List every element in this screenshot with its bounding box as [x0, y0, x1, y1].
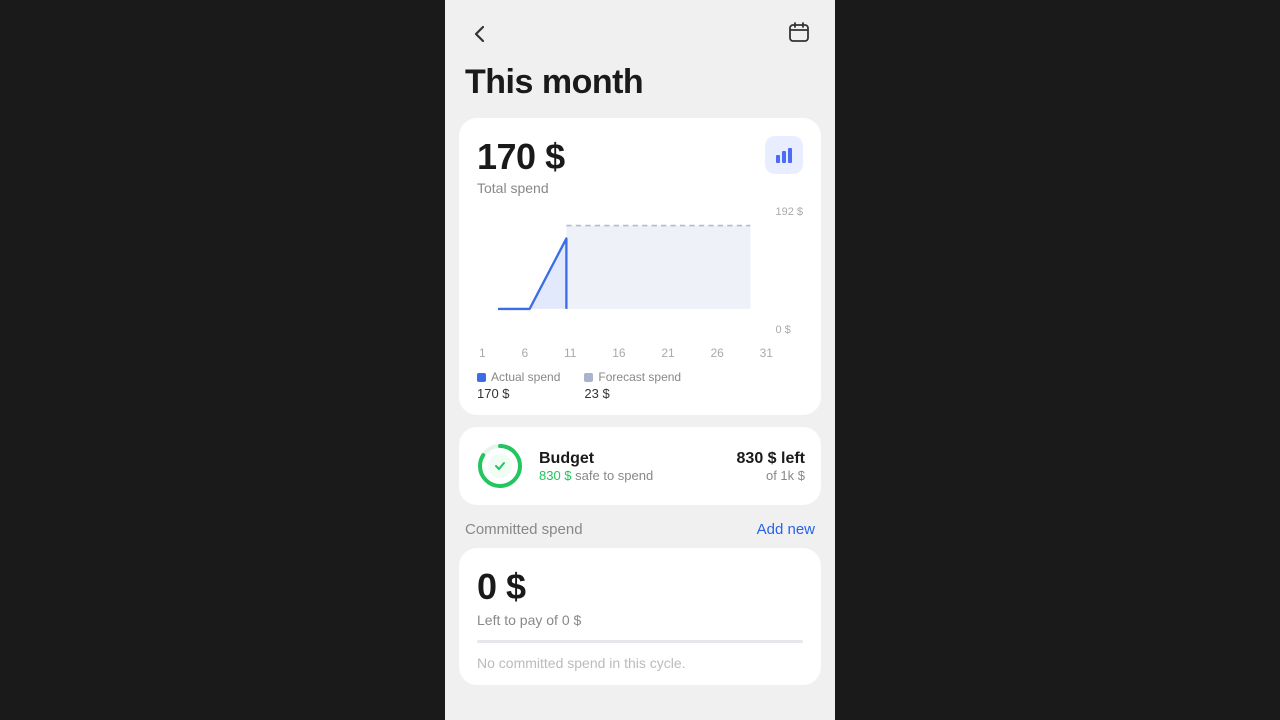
budget-title: Budget [539, 450, 723, 468]
add-new-button[interactable]: Add new [757, 521, 815, 538]
forecast-label: Forecast spend [598, 370, 681, 384]
actual-dot [477, 373, 486, 382]
forecast-dot [584, 373, 593, 382]
budget-card: Budget 830 $ safe to spend 830 $ left of… [459, 427, 821, 505]
budget-of-text: of 1k $ [737, 468, 805, 483]
chart-icon-button[interactable] [765, 136, 803, 174]
legend-forecast: Forecast spend 23 $ [584, 370, 681, 401]
x-label-31: 31 [760, 346, 773, 360]
header [445, 0, 835, 59]
actual-amount: 170 $ [477, 386, 560, 401]
y-min-label: 0 $ [775, 324, 803, 336]
budget-info: Budget 830 $ safe to spend [539, 450, 723, 483]
x-label-16: 16 [612, 346, 625, 360]
zero-label: Left to pay of 0 $ [477, 612, 803, 628]
actual-label: Actual spend [491, 370, 560, 384]
total-amount-value: 170 $ [477, 136, 565, 178]
chart-y-labels: 192 $ 0 $ [775, 206, 803, 336]
total-amount-row: 170 $ Total spend [477, 136, 803, 206]
x-label-1: 1 [479, 346, 486, 360]
back-arrow-icon [469, 23, 491, 45]
y-max-label: 192 $ [775, 206, 803, 218]
chart-svg [477, 206, 803, 336]
budget-right: 830 $ left of 1k $ [737, 450, 805, 483]
x-label-21: 21 [661, 346, 674, 360]
x-label-11: 11 [564, 346, 576, 360]
calendar-button[interactable] [783, 16, 815, 51]
committed-header: Committed spend Add new [445, 517, 835, 548]
chart-legend: Actual spend 170 $ Forecast spend 23 $ [477, 370, 803, 401]
x-label-6: 6 [521, 346, 528, 360]
x-label-26: 26 [710, 346, 723, 360]
budget-ring [475, 441, 525, 491]
budget-subtitle: 830 $ safe to spend [539, 468, 723, 483]
committed-title: Committed spend [465, 521, 583, 538]
budget-left-amount: 830 $ left [737, 450, 805, 468]
spend-chart: 192 $ 0 $ [477, 206, 803, 336]
phone-screen: This month 170 $ Total spend 192 $ 0 $ [445, 0, 835, 720]
legend-actual: Actual spend 170 $ [477, 370, 560, 401]
page-title: This month [445, 59, 835, 118]
spend-card: 170 $ Total spend 192 $ 0 $ [459, 118, 821, 415]
chart-x-labels: 1 6 11 16 21 26 31 [477, 342, 803, 360]
zero-amount: 0 $ [477, 566, 803, 608]
zero-card: 0 $ Left to pay of 0 $ No committed spen… [459, 548, 821, 685]
back-button[interactable] [465, 19, 495, 49]
forecast-amount: 23 $ [584, 386, 681, 401]
progress-bar [477, 640, 803, 643]
no-committed-text: No committed spend in this cycle. [477, 655, 803, 671]
total-spend-label: Total spend [477, 180, 565, 196]
